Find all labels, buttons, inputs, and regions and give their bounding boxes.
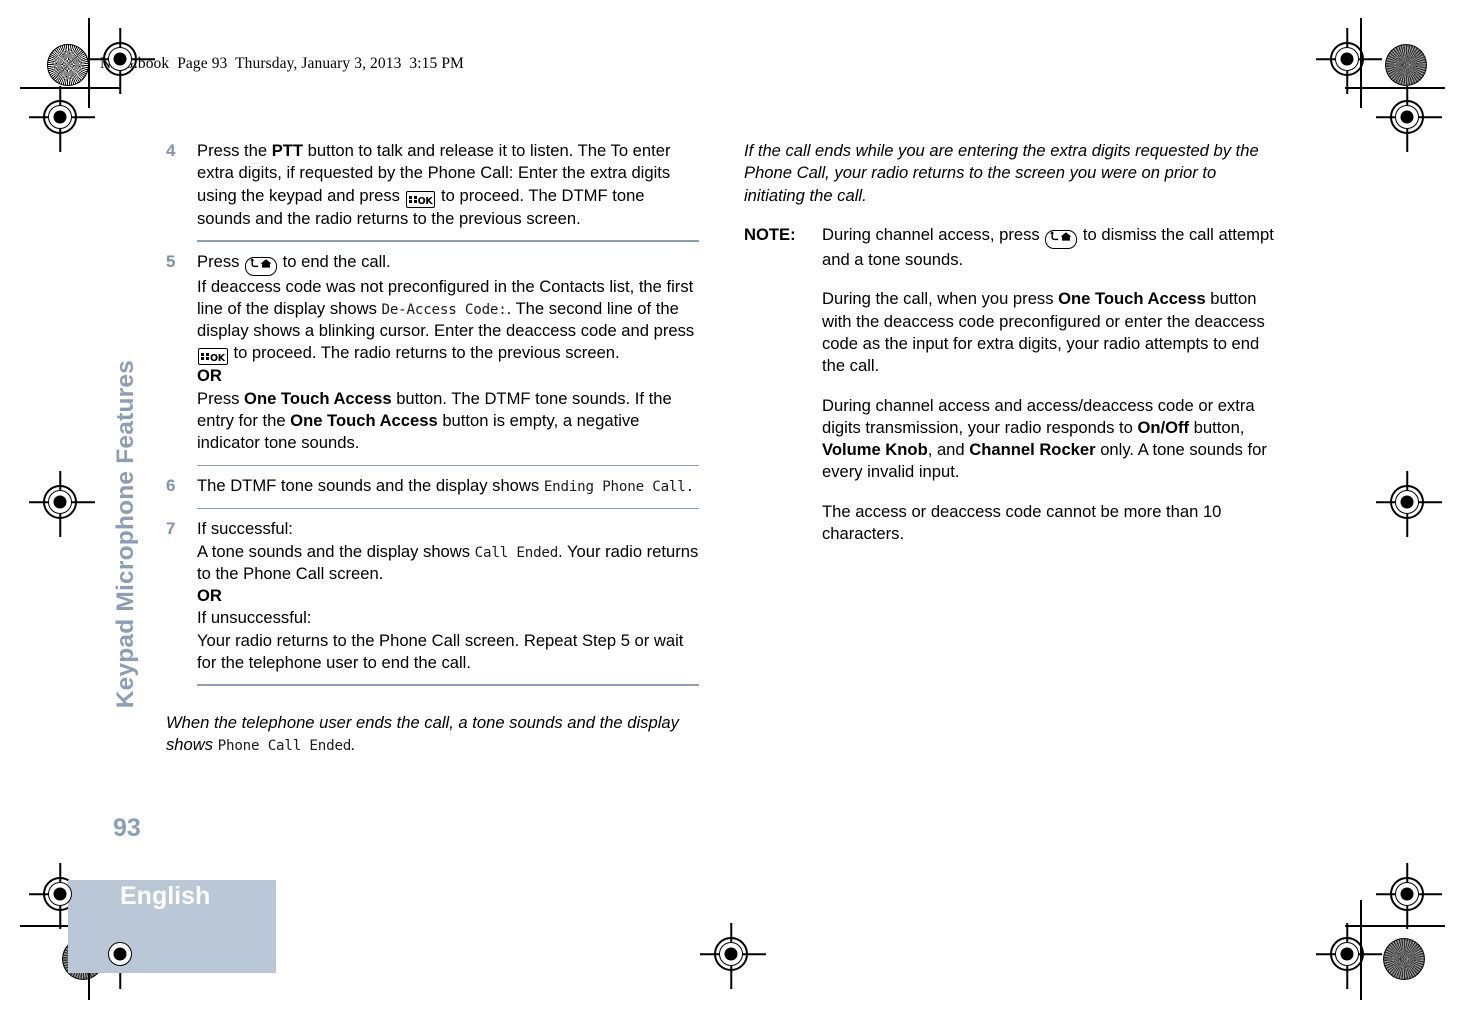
step-5: 5 Press to end the call. If deaccess cod… (166, 251, 699, 461)
step-7-line-2: A tone sounds and the display shows Call… (197, 541, 699, 583)
back-home-key-icon[interactable] (1045, 229, 1078, 249)
step-divider-5 (197, 464, 699, 467)
note-block-1: NOTE: During channel access, press to di… (744, 224, 1277, 271)
right-intro-paragraph: If the call ends while you are entering … (744, 141, 1259, 205)
display-text-de-access-code: De-Access Code: (381, 301, 507, 318)
step-5-line-4: Press One Touch Access button. The DTMF … (197, 388, 672, 453)
language-label: English (120, 882, 211, 910)
note-paragraph-2: During the call, when you press One Touc… (822, 289, 1265, 376)
rosette-mark-bottom-right (1383, 938, 1425, 980)
chapter-title: Keypad Microphone Features (112, 360, 139, 709)
crop-line-left-vertical (88, 18, 90, 108)
rosette-mark-top-right (1385, 44, 1427, 86)
note-label-spacer (744, 288, 822, 377)
step-6-number: 6 (166, 476, 176, 496)
registration-mark-left-upper (43, 100, 77, 134)
step-divider-7 (197, 684, 699, 686)
step-4-text: Press the PTT button to talk and release… (197, 141, 671, 228)
back-home-key-icon[interactable] (245, 256, 278, 276)
header-slug: NAG.book Page 93 Thursday, January 3, 20… (100, 55, 464, 72)
page-number: 93 (113, 814, 141, 842)
crop-line-right-vertical (1360, 18, 1362, 108)
step-6: 6 The DTMF tone sounds and the display s… (166, 475, 699, 503)
crop-line-bottom-right-horizontal (1345, 925, 1445, 927)
registration-mark-bottom-center (714, 937, 748, 971)
right-column: If the call ends while you are entering … (744, 140, 1277, 545)
left-closing-note-trailing: . (351, 735, 356, 755)
step-5-line-1: Press to end the call. (197, 251, 699, 276)
note-paragraph-3: During channel access and access/deacces… (822, 395, 1267, 482)
crop-line-top-left-horizontal (20, 87, 120, 89)
note-label-spacer (744, 501, 822, 546)
note-block-2: During the call, when you press One Touc… (744, 288, 1277, 377)
step-5-line-2: If deaccess code was not preconfigured i… (197, 276, 695, 366)
registration-mark-top-right (1330, 42, 1364, 76)
left-closing-note: When the telephone user ends the call, a… (166, 712, 699, 757)
left-column: 4 Press the PTT button to talk and relea… (166, 140, 699, 757)
registration-mark-right-lower (1390, 877, 1424, 911)
display-text-call-ended: Call Ended (474, 544, 559, 561)
step-5-number: 5 (166, 251, 176, 271)
note-label-spacer (744, 395, 822, 484)
step-4: 4 Press the PTT button to talk and relea… (166, 140, 699, 236)
step-divider-6 (197, 507, 699, 510)
step-7-line-5: Your radio returns to the Phone Call scr… (197, 630, 684, 673)
registration-mark-bottom-right (1330, 937, 1364, 971)
rosette-mark-top-left (47, 44, 89, 86)
step-5-or-1: OR (197, 366, 222, 386)
ok-key-icon[interactable]: OK (405, 190, 436, 208)
note-block-3: During channel access and access/deacces… (744, 395, 1277, 484)
step-7-or: OR (197, 586, 222, 606)
step-7: 7 If successful: A tone sounds and the d… (166, 518, 699, 680)
step-7-number: 7 (166, 519, 176, 539)
display-text-phone-call-ended: Phone Call Ended (217, 738, 352, 755)
chapter-side-tab: Keypad Microphone Features (112, 360, 142, 800)
step-7-line-4: If unsuccessful: (197, 608, 312, 628)
step-6-text: The DTMF tone sounds and the display sho… (197, 476, 694, 496)
step-4-number: 4 (166, 141, 176, 160)
ok-key-icon[interactable]: OK (198, 348, 228, 366)
note-paragraph-4: The access or deaccess code cannot be mo… (822, 501, 1222, 544)
crop-line-right-vertical-lower (1360, 900, 1362, 1000)
step-divider-4 (197, 239, 699, 242)
registration-mark-left-middle (43, 485, 77, 519)
note-paragraph-1: During channel access, press to dismiss … (822, 224, 1274, 269)
note-label: NOTE: (744, 224, 796, 244)
display-text-ending-phone-call: Ending Phone Call. (543, 479, 694, 496)
crop-line-top-right-horizontal (1345, 87, 1445, 89)
registration-mark-right-upper (1390, 100, 1424, 134)
registration-mark-right-middle (1390, 485, 1424, 519)
note-block-4: The access or deaccess code cannot be mo… (744, 501, 1277, 546)
step-7-line-1: If successful: (197, 519, 293, 539)
